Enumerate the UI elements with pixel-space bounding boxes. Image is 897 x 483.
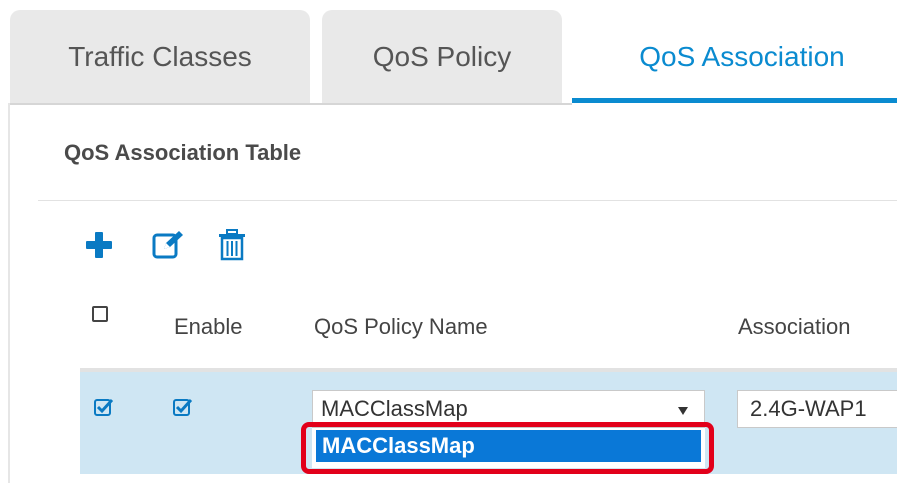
tab-qos-association[interactable]: QoS Association [572, 10, 897, 103]
edit-icon[interactable] [152, 230, 184, 260]
active-tab-indicator [572, 98, 897, 103]
select-all-checkbox[interactable] [92, 306, 108, 322]
dropdown-arrow-icon [678, 407, 688, 415]
association-value: 2.4G-WAP1 [750, 396, 867, 421]
policy-dropdown-list: MACClassMap [312, 428, 705, 468]
column-header-association: Association [738, 314, 851, 339]
trash-icon[interactable] [218, 229, 246, 261]
plus-icon[interactable] [86, 232, 112, 258]
tab-traffic-classes[interactable]: Traffic Classes [10, 10, 310, 103]
dropdown-option[interactable]: MACClassMap [316, 430, 701, 462]
tab-bar-divider [10, 103, 572, 105]
column-header-enable: Enable [174, 314, 243, 339]
enable-checkbox[interactable] [173, 398, 193, 416]
tab-qos-policy[interactable]: QoS Policy [322, 10, 562, 103]
tab-label: QoS Association [639, 40, 845, 72]
row-select-checkbox[interactable] [94, 398, 114, 416]
section-divider [38, 200, 897, 201]
column-header-policy-name: QoS Policy Name [314, 314, 488, 339]
panel-border [8, 103, 10, 483]
association-select[interactable]: 2.4G-WAP1 [737, 390, 897, 428]
tab-label: QoS Policy [372, 40, 512, 72]
select-value: MACClassMap [321, 396, 468, 421]
section-title: QoS Association Table [64, 140, 302, 165]
qos-policy-name-select[interactable]: MACClassMap [312, 390, 705, 428]
tab-label: Traffic Classes [68, 40, 252, 72]
